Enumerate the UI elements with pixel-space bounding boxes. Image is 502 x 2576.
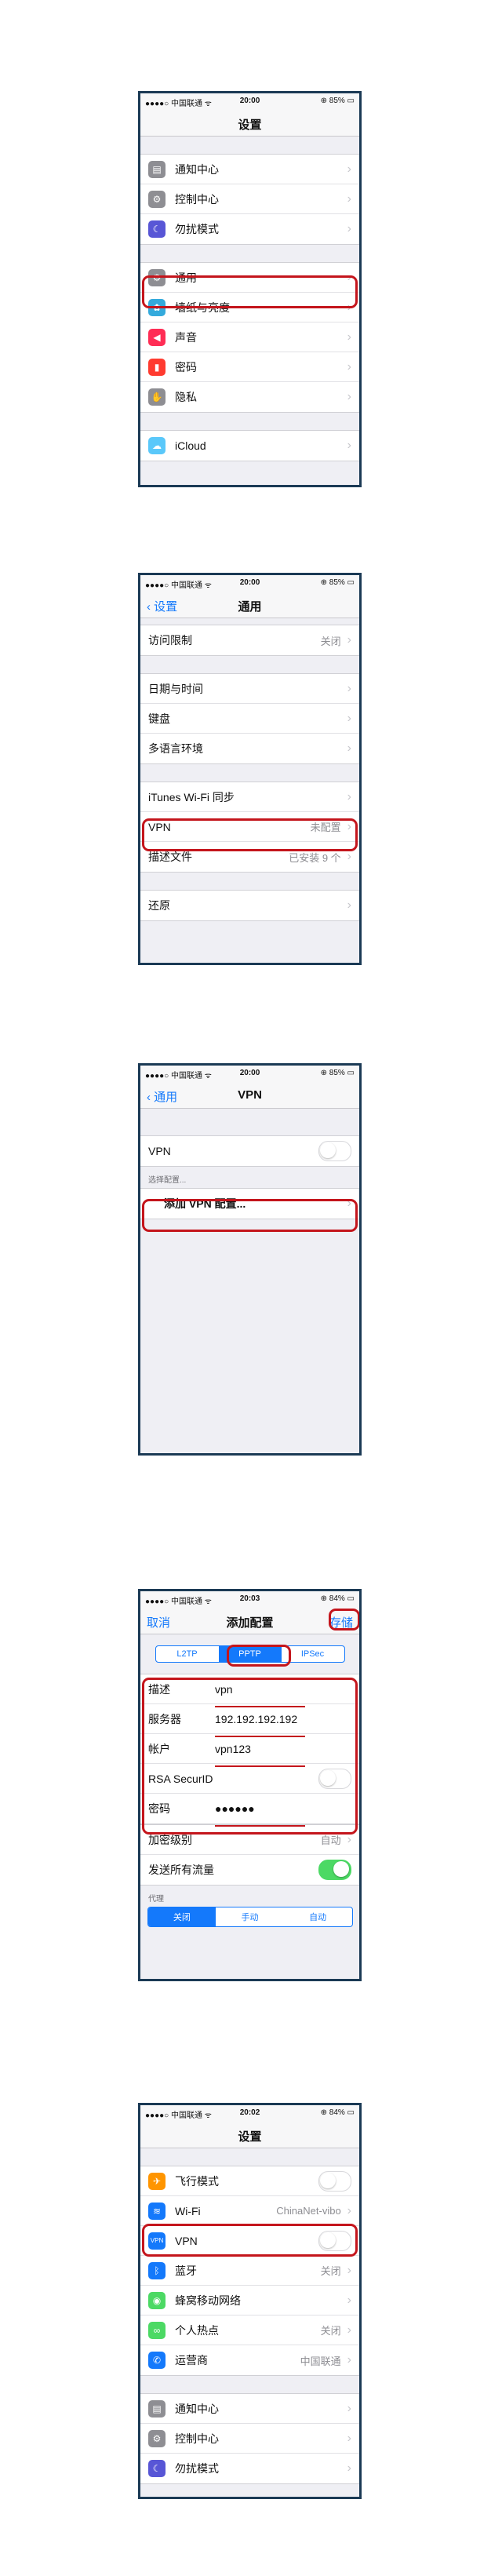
hand-icon: ✋ — [148, 388, 166, 406]
row-privacy[interactable]: ✋ 隐私 › — [140, 382, 359, 412]
airplane-switch[interactable] — [318, 2170, 351, 2192]
cellular-icon: ◉ — [148, 2291, 166, 2309]
row-date-time[interactable]: 日期与时间 › — [140, 674, 359, 704]
page-title: 通用 — [238, 600, 262, 614]
protocol-segmented: L2TP PPTP IPSec — [155, 1645, 345, 1663]
hotspot-icon: ∞ — [148, 2321, 166, 2339]
seg-pptp[interactable]: PPTP — [218, 1646, 282, 1662]
page-title: 添加配置 — [226, 1616, 274, 1630]
row-airplane: ✈ 飞行模式 — [140, 2166, 359, 2196]
row-carrier[interactable]: ✆ 运营商 中国联通 › — [140, 2345, 359, 2375]
row-vpn-toggle: VPN — [140, 1136, 359, 1166]
row-dnd[interactable]: ☾ 勿扰模式 › — [140, 2454, 359, 2483]
nav-bar: ‹ 通用 VPN — [140, 1081, 359, 1109]
field-description[interactable]: 描述 vpn — [140, 1674, 359, 1704]
nav-bar: ‹ 设置 通用 — [140, 591, 359, 618]
nav-bar: 设置 — [140, 2121, 359, 2148]
status-bar: ●●●●○ 中国联通 ᯤ 20:02 ⊕ 84% ▭ — [140, 2105, 359, 2121]
field-rsa: RSA SecurID — [140, 1764, 359, 1794]
control-center-icon: ⚙ — [148, 2429, 166, 2447]
row-keyboard[interactable]: 键盘 › — [140, 704, 359, 734]
bluetooth-icon: ᛒ — [148, 2261, 166, 2279]
row-language[interactable]: 多语言环境 › — [140, 734, 359, 763]
row-passcode[interactable]: ▮ 密码 › — [140, 352, 359, 382]
add-vpn-config-row[interactable]: 添加 VPN 配置... › — [140, 1189, 359, 1219]
screen-add-config: ●●●●○ 中国联通 ᯤ 20:03 ⊕ 84% ▭ 取消 添加配置 存储 L2TP P… — [138, 1589, 362, 1981]
status-bar: ●●●●○ 中国联通 ᯤ 20:00 ⊕ 85% ▭ — [140, 1066, 359, 1081]
row-reset[interactable]: 还原 › — [140, 891, 359, 920]
gear-icon: ⚙ — [148, 268, 166, 286]
row-itunes-sync[interactable]: iTunes Wi-Fi 同步 › — [140, 782, 359, 812]
row-profiles[interactable]: 描述文件 已安装 9 个 › — [140, 842, 359, 872]
page-title: VPN — [238, 1088, 262, 1102]
field-server[interactable]: 服务器 192.192.192.192 — [140, 1704, 359, 1734]
row-vpn: VPN VPN — [140, 2226, 359, 2256]
screen-vpn: ●●●●○ 中国联通 ᯤ 20:00 ⊕ 85% ▭ ‹ 通用 VPN VPN 选择配… — [138, 1063, 362, 1456]
row-control-center[interactable]: ⚙ 控制中心 › — [140, 184, 359, 214]
vpn-icon: VPN — [148, 2232, 166, 2250]
row-send-all: 发送所有流量 — [140, 1855, 359, 1885]
row-general[interactable]: ⚙ 通用 › — [140, 263, 359, 293]
screen-general: ●●●●○ 中国联通 ᯤ 20:00 ⊕ 85% ▭ ‹ 设置 通用 访问限制 关闭 › … — [138, 573, 362, 965]
row-bluetooth[interactable]: ᛒ 蓝牙 关闭 › — [140, 2256, 359, 2286]
cloud-icon: ☁ — [148, 437, 166, 454]
row-sound[interactable]: ◀ 声音 › — [140, 322, 359, 352]
row-icloud[interactable]: ☁ iCloud › — [140, 431, 359, 461]
row-restrictions[interactable]: 访问限制 关闭 › — [140, 625, 359, 655]
status-bar: ●●●●○ 中国联通 ᯤ 20:00 ⊕ 85% ▭ — [140, 575, 359, 591]
row-notification[interactable]: ▤ 通知中心 › — [140, 155, 359, 184]
wifi-icon: ≋ — [148, 2202, 166, 2220]
lock-icon: ▮ — [148, 358, 166, 376]
notification-icon: ▤ — [148, 160, 166, 178]
moon-icon: ☾ — [148, 2460, 166, 2477]
row-wifi[interactable]: ≋ Wi-Fi ChinaNet-vibo › — [140, 2196, 359, 2226]
seg-ipsec[interactable]: IPSec — [282, 1646, 344, 1662]
vpn-switch[interactable] — [318, 2230, 351, 2251]
row-hotspot[interactable]: ∞ 个人热点 关闭 › — [140, 2315, 359, 2345]
phone-icon: ✆ — [148, 2352, 166, 2369]
screen-settings-vpn: ●●●●○ 中国联通 ᯤ 20:02 ⊕ 84% ▭ 设置 ✈ 飞行模式 ≋ Wi-Fi… — [138, 2103, 362, 2499]
speaker-icon: ◀ — [148, 328, 166, 346]
field-account[interactable]: 帐户 vpn123 — [140, 1734, 359, 1764]
row-vpn[interactable]: VPN 未配置 › — [140, 812, 359, 842]
row-cellular[interactable]: ◉ 蜂窝移动网络 › — [140, 2286, 359, 2315]
row-wallpaper[interactable]: ✿ 墙纸与亮度 › — [140, 293, 359, 322]
proxy-segmented: 关闭 手动 自动 — [147, 1907, 353, 1927]
nav-bar: 设置 — [140, 109, 359, 137]
vpn-switch[interactable] — [318, 1141, 351, 1161]
send-all-switch[interactable] — [318, 1860, 351, 1880]
notification-icon: ▤ — [148, 2399, 166, 2418]
nav-bar: 取消 添加配置 存储 — [140, 1607, 359, 1634]
airplane-icon: ✈ — [148, 2172, 166, 2190]
save-button[interactable]: 存储 — [329, 1614, 353, 1630]
row-encryption[interactable]: 加密级别 自动 › — [140, 1825, 359, 1855]
choose-config-label: 选择配置... — [148, 1176, 187, 1185]
row-notification[interactable]: ▤ 通知中心 › — [140, 2394, 359, 2424]
status-bar: ●●●●○ 中国联通 ᯤ 20:00 ⊕ 85% ▭ — [140, 93, 359, 109]
row-dnd[interactable]: ☾ 勿扰模式 › — [140, 214, 359, 244]
rsa-switch[interactable] — [318, 1768, 351, 1789]
moon-icon: ☾ — [148, 220, 166, 238]
proxy-label: 代理 — [148, 1895, 164, 1904]
status-bar: ●●●●○ 中国联通 ᯤ 20:03 ⊕ 84% ▭ — [140, 1591, 359, 1607]
page-title: 设置 — [238, 2130, 262, 2144]
screen-settings: ●●●●○ 中国联通 ᯤ 20:00 ⊕ 85% ▭ 设置 ▤ 通知中心 › ⚙ 控制中心… — [138, 91, 362, 487]
control-center-icon: ⚙ — [148, 190, 166, 208]
field-password[interactable]: 密码 ●●●●●● — [140, 1794, 359, 1824]
page-title: 设置 — [238, 118, 262, 132]
row-control-center[interactable]: ⚙ 控制中心 › — [140, 2424, 359, 2454]
wallpaper-icon: ✿ — [148, 298, 166, 316]
seg-l2tp[interactable]: L2TP — [156, 1646, 219, 1662]
